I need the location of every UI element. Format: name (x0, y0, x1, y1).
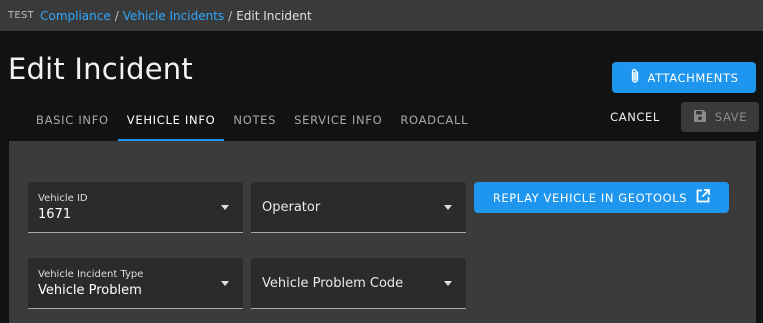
tab-vehicle-info[interactable]: VEHICLE INFO (117, 101, 225, 141)
cancel-button[interactable]: CANCEL (600, 102, 670, 132)
page-title: Edit Incident (8, 52, 193, 86)
tab-basic-info[interactable]: BASIC INFO (27, 101, 118, 141)
dropdown-caret-icon (221, 205, 229, 210)
dropdown-caret-icon (444, 205, 452, 210)
attachments-button[interactable]: ATTACHMENTS (612, 62, 756, 93)
incident-type-select[interactable]: Vehicle Incident Type Vehicle Problem (28, 258, 243, 309)
breadcrumb-separator: / (228, 8, 233, 23)
vehicle-id-select[interactable]: Vehicle ID 1671 (28, 182, 243, 233)
save-icon (693, 109, 707, 126)
save-button[interactable]: SAVE (681, 102, 759, 132)
tab-bar: BASIC INFO VEHICLE INFO NOTES SERVICE IN… (27, 101, 477, 141)
paperclip-icon (630, 68, 640, 87)
tab-service-info[interactable]: SERVICE INFO (285, 101, 391, 141)
open-in-new-icon (696, 189, 711, 206)
tab-roadcall[interactable]: ROADCALL (391, 101, 477, 141)
attachments-label: ATTACHMENTS (647, 70, 739, 85)
breadcrumb-bar: TEST Compliance / Vehicle Incidents / Ed… (0, 0, 763, 31)
replay-vehicle-button[interactable]: REPLAY VEHICLE IN GEOTOOLS (474, 182, 729, 213)
save-label: SAVE (714, 110, 748, 124)
environment-label: TEST (8, 10, 35, 21)
tab-notes[interactable]: NOTES (224, 101, 285, 141)
breadcrumb-current: Edit Incident (236, 8, 312, 23)
breadcrumb-separator: / (114, 8, 119, 23)
operator-select[interactable]: Operator (251, 182, 466, 233)
incident-type-value: Vehicle Problem (38, 283, 142, 298)
breadcrumb-compliance[interactable]: Compliance (40, 9, 111, 23)
dropdown-caret-icon (221, 281, 229, 286)
incident-type-label: Vehicle Incident Type (38, 269, 144, 280)
vehicle-id-label: Vehicle ID (38, 193, 88, 204)
breadcrumb-vehicle-incidents[interactable]: Vehicle Incidents (123, 9, 224, 23)
operator-placeholder: Operator (262, 199, 321, 215)
dropdown-caret-icon (444, 281, 452, 286)
replay-label: REPLAY VEHICLE IN GEOTOOLS (492, 190, 688, 205)
vehicle-id-value: 1671 (38, 207, 72, 222)
problem-code-placeholder: Vehicle Problem Code (262, 275, 404, 291)
problem-code-select[interactable]: Vehicle Problem Code (251, 258, 466, 309)
